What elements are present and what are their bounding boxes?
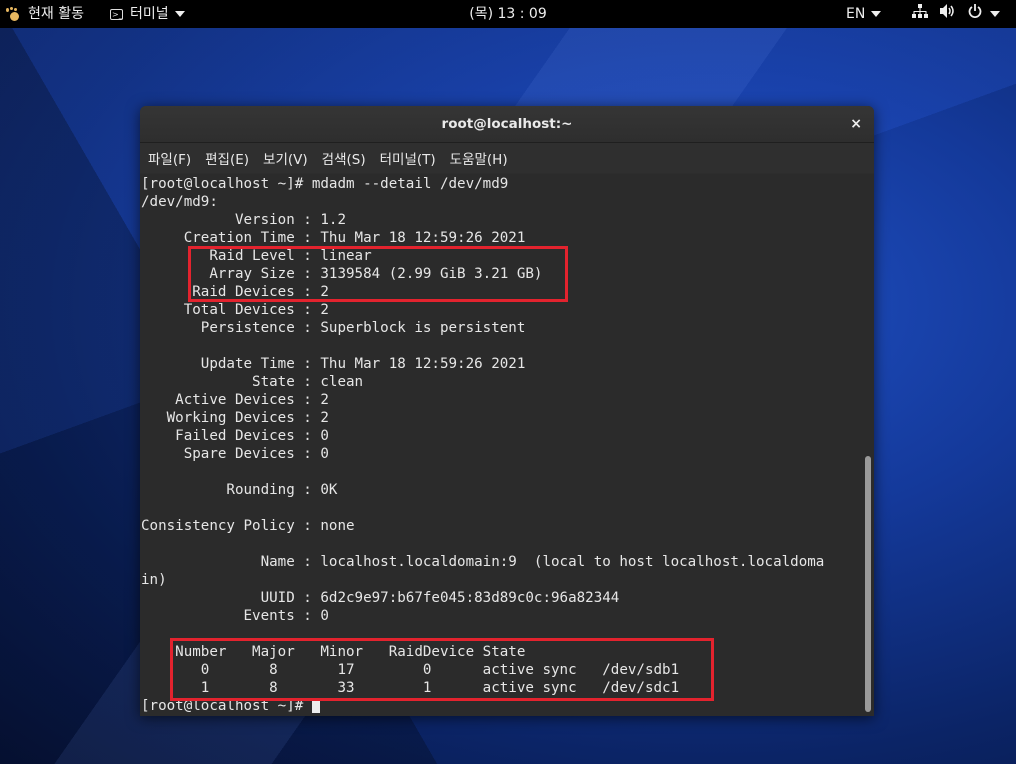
highlight-box-device-table	[170, 638, 714, 701]
terminal-line: Version : 1.2	[141, 212, 346, 228]
highlight-box-raid-info	[188, 246, 568, 302]
terminal-line: /dev/md9:	[141, 194, 218, 210]
chevron-down-icon	[871, 11, 882, 17]
menu-view[interactable]: 보기(V)	[263, 148, 308, 168]
window-titlebar[interactable]: root@localhost:~ ×	[140, 106, 874, 143]
terminal-line: State : clean	[141, 374, 364, 390]
menu-file[interactable]: 파일(F)	[148, 148, 191, 168]
terminal-line: Update Time : Thu Mar 18 12:59:26 2021	[141, 356, 526, 372]
system-menu[interactable]	[912, 0, 1012, 28]
window-title: root@localhost:~	[441, 116, 573, 132]
terminal-line: Rounding : 0K	[141, 482, 338, 498]
scrollbar-thumb[interactable]	[865, 456, 871, 712]
language-label: EN	[846, 6, 866, 22]
menu-terminal[interactable]: 터미널(T)	[380, 148, 436, 168]
terminal-line: UUID : 6d2c9e97:b67fe045:83d89c0c:96a823…	[141, 590, 620, 606]
terminal-line: [root@localhost ~]# mdadm --detail /dev/…	[141, 176, 509, 192]
menu-search[interactable]: 검색(S)	[322, 148, 366, 168]
menu-bar: 파일(F) 편집(E) 보기(V) 검색(S) 터미널(T) 도움말(H)	[140, 143, 874, 173]
network-icon	[912, 0, 928, 28]
language-selector[interactable]: EN	[846, 0, 882, 28]
power-icon	[968, 0, 982, 28]
volume-icon	[940, 0, 956, 28]
terminal-line: Persistence : Superblock is persistent	[141, 320, 526, 336]
terminal-line: Creation Time : Thu Mar 18 12:59:26 2021	[141, 230, 526, 246]
terminal-line: Failed Devices : 0	[141, 428, 329, 444]
chevron-down-icon	[990, 11, 1000, 17]
terminal-window[interactable]: root@localhost:~ × 파일(F) 편집(E) 보기(V) 검색(…	[140, 106, 874, 716]
terminal-line: Events : 0	[141, 608, 329, 624]
terminal-line: Name : localhost.localdomain:9 (local to…	[141, 554, 825, 570]
menu-edit[interactable]: 편집(E)	[205, 148, 249, 168]
terminal-scrollbar[interactable]	[862, 174, 874, 716]
terminal-line: Total Devices : 2	[141, 302, 329, 318]
terminal-line: Consistency Policy : none	[141, 518, 355, 534]
terminal-line: Spare Devices : 0	[141, 446, 329, 462]
terminal-line: in)	[141, 572, 167, 588]
top-bar: 현재 활동 >_ 터미널 (목) 13 : 09 EN	[0, 0, 1016, 28]
menu-help[interactable]: 도움말(H)	[450, 148, 508, 168]
close-button[interactable]: ×	[850, 106, 862, 142]
terminal-line: Working Devices : 2	[141, 410, 329, 426]
terminal-line: Active Devices : 2	[141, 392, 329, 408]
